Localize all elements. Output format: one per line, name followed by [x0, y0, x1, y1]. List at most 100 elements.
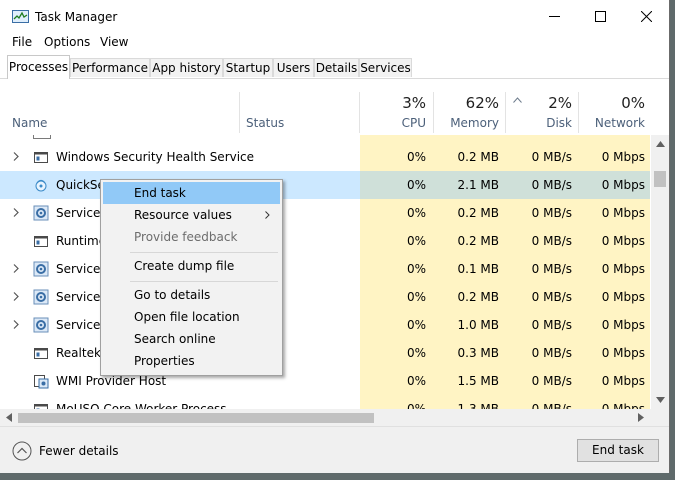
tab-processes[interactable]: Processes	[7, 55, 70, 79]
window-title: Task Manager	[35, 10, 118, 24]
menu-bar: File Options View	[0, 33, 669, 53]
column-separator[interactable]	[359, 92, 360, 133]
tab-performance[interactable]: Performance	[70, 58, 150, 77]
gear-icon	[33, 205, 49, 221]
memory-percent[interactable]: 62%	[436, 94, 499, 112]
chevron-right-icon[interactable]	[12, 207, 20, 218]
memory-value: 0.3 MB	[457, 346, 499, 360]
network-value: 0 Mbps	[601, 262, 645, 276]
network-value: 0 Mbps	[601, 346, 645, 360]
table-row[interactable]: WMI Provider Host 0% 1.5 MB 0 MB/s 0 Mbps	[0, 367, 650, 395]
cpu-percent[interactable]: 3%	[362, 94, 426, 112]
process-name: QuickSe	[56, 178, 105, 192]
ctx-resource-values[interactable]: Resource values	[103, 204, 280, 226]
disk-value: 0 MB/s	[531, 178, 572, 192]
scroll-down-icon[interactable]	[656, 397, 665, 403]
chevron-right-icon[interactable]	[12, 291, 20, 302]
process-name: Realtek	[56, 346, 101, 360]
chevron-right-icon[interactable]	[12, 319, 20, 330]
column-cpu[interactable]: CPU	[362, 116, 426, 130]
ctx-properties[interactable]: Properties	[103, 350, 280, 372]
ctx-search-online[interactable]: Search online	[103, 328, 280, 350]
close-button[interactable]	[623, 0, 669, 33]
network-percent[interactable]: 0%	[582, 94, 645, 112]
scroll-right-icon[interactable]	[638, 413, 644, 422]
menu-view[interactable]: View	[100, 35, 128, 49]
memory-value: 0.2 MB	[457, 234, 499, 248]
process-name: Runtime	[56, 234, 107, 248]
column-separator[interactable]	[578, 92, 579, 133]
memory-value: 0.2 MB	[457, 290, 499, 304]
tab-users[interactable]: Users	[273, 58, 314, 77]
tab-startup[interactable]: Startup	[223, 58, 273, 77]
service-window-icon	[33, 401, 49, 409]
process-list[interactable]: Windows Security Health Service 0% 0.2 MB 0…	[0, 135, 650, 409]
close-icon	[640, 11, 652, 22]
ctx-open-file-location[interactable]: Open file location	[103, 306, 280, 328]
disk-value: 0 MB/s	[531, 150, 572, 164]
vertical-scroll-thumb[interactable]	[654, 171, 666, 187]
column-network[interactable]: Network	[582, 116, 645, 130]
scroll-left-icon[interactable]	[6, 413, 12, 422]
chevron-right-icon[interactable]	[12, 151, 20, 162]
end-task-button[interactable]: End task	[577, 439, 659, 462]
column-memory[interactable]: Memory	[436, 116, 499, 130]
context-menu: End task Resource values Provide feedbac…	[100, 179, 283, 376]
disk-value: 0 MB/s	[531, 402, 572, 409]
table-row[interactable]: Realtek 0% 0.3 MB 0 MB/s 0 Mbps	[0, 339, 650, 367]
chevron-up-circle-icon[interactable]	[12, 441, 32, 461]
table-row[interactable]: Service I 0% 0.1 MB 0 MB/s 0 Mbps	[0, 255, 650, 283]
table-row[interactable]: QuickSe 0% 2.1 MB 0 MB/s 0 Mbps	[0, 171, 650, 199]
vertical-scrollbar[interactable]	[651, 135, 669, 409]
column-status[interactable]: Status	[246, 116, 284, 130]
disk-percent[interactable]: 2%	[509, 94, 572, 112]
table-row[interactable]: Service I 0% 1.0 MB 0 MB/s 0 Mbps	[0, 311, 650, 339]
network-value: 0 Mbps	[601, 150, 645, 164]
cpu-value: 0%	[406, 346, 426, 360]
horizontal-scroll-thumb[interactable]	[18, 413, 374, 423]
network-value: 0 Mbps	[601, 234, 645, 248]
ctx-provide-feedback: Provide feedback	[134, 230, 238, 244]
fewer-details-link[interactable]: Fewer details	[39, 444, 119, 458]
memory-value: 0.2 MB	[457, 150, 499, 164]
table-row[interactable]: Runtime 0% 0.2 MB 0 MB/s 0 Mbps	[0, 227, 650, 255]
table-row[interactable]: Service I 0% 0.2 MB 0 MB/s 0 Mbps	[0, 283, 650, 311]
column-separator[interactable]	[505, 92, 506, 133]
disk-value: 0 MB/s	[531, 262, 572, 276]
footer-bar: Fewer details End task	[0, 426, 669, 473]
process-name: Windows Security Health Service	[56, 150, 255, 164]
cpu-value: 0%	[406, 234, 426, 248]
title-bar[interactable]: Task Manager	[0, 0, 669, 33]
maximize-button[interactable]	[577, 0, 623, 33]
service-window-icon	[33, 345, 49, 361]
tab-app-history[interactable]: App history	[150, 58, 223, 77]
column-separator[interactable]	[433, 92, 434, 133]
table-row[interactable]: Service I 0% 0.2 MB 0 MB/s 0 Mbps	[0, 199, 650, 227]
cpu-value: 0%	[406, 374, 426, 388]
column-name[interactable]: Name	[12, 116, 47, 130]
ctx-go-to-details[interactable]: Go to details	[103, 284, 280, 306]
tab-services[interactable]: Services	[359, 58, 412, 77]
network-value: 0 Mbps	[601, 290, 645, 304]
cpu-value: 0%	[406, 290, 426, 304]
table-row[interactable]: MoUSO Core Worker Process 0% 1.3 MB 0 MB/s 0…	[0, 395, 650, 409]
tab-details[interactable]: Details	[314, 58, 359, 77]
ctx-end-task[interactable]: End task	[103, 182, 280, 204]
maximize-icon	[594, 11, 606, 22]
memory-value: 1.3 MB	[457, 402, 499, 409]
ctx-create-dump-file[interactable]: Create dump file	[103, 255, 280, 277]
horizontal-scrollbar[interactable]	[0, 409, 669, 426]
menu-options[interactable]: Options	[44, 35, 90, 49]
menu-file[interactable]: File	[12, 35, 32, 49]
wmi-icon	[33, 373, 49, 389]
column-separator[interactable]	[239, 92, 240, 133]
memory-value: 0.1 MB	[457, 262, 499, 276]
column-disk[interactable]: Disk	[509, 116, 572, 130]
chevron-right-icon[interactable]	[12, 263, 20, 274]
ctx-resource-values-label: Resource values	[134, 208, 232, 222]
process-name: WMI Provider Host	[56, 374, 167, 388]
minimize-button[interactable]	[531, 0, 577, 33]
scroll-up-icon[interactable]	[656, 141, 665, 147]
disk-value: 0 MB/s	[531, 206, 572, 220]
table-row[interactable]: Windows Security Health Service 0% 0.2 MB 0…	[0, 143, 650, 171]
